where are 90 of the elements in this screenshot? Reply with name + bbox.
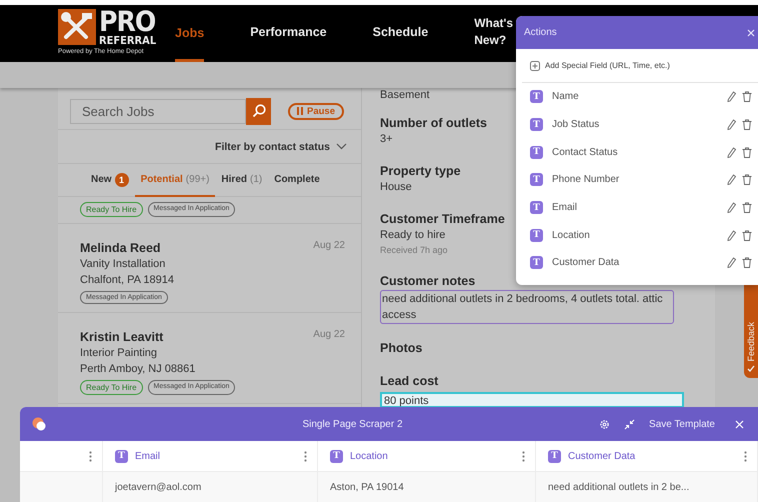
field-row[interactable]: T Location <box>516 221 758 250</box>
column-header[interactable]: Email <box>135 450 160 462</box>
check-icon <box>747 365 755 372</box>
pencil-icon[interactable] <box>727 257 736 268</box>
search-field[interactable]: Search Jobs <box>70 98 246 124</box>
app-logo-icon <box>32 417 46 431</box>
nav-link[interactable]: What's New? <box>474 5 518 62</box>
text-type-icon: T <box>115 450 128 462</box>
panel-title: Actions <box>524 27 557 38</box>
lead-cost-field: 80 points <box>380 392 684 408</box>
field-label: Customer Timeframe <box>380 211 505 228</box>
text-type-icon: T <box>530 146 543 159</box>
trash-icon[interactable] <box>742 119 752 130</box>
nav-link[interactable]: Performance <box>250 5 327 62</box>
text-type-icon: T <box>530 90 543 104</box>
more-icon[interactable] <box>304 450 307 462</box>
pencil-icon[interactable] <box>727 146 736 158</box>
logo-title: PRO <box>99 9 156 35</box>
field-value: Ready to hire <box>380 228 446 243</box>
trash-icon[interactable] <box>742 230 752 241</box>
more-icon[interactable] <box>522 450 525 462</box>
field-row[interactable]: T Phone Number <box>516 166 758 194</box>
ready-tag: Ready To Hire <box>80 380 143 395</box>
more-icon[interactable] <box>89 450 92 462</box>
table-cell: need additional outlets in 2 be... <box>536 472 758 502</box>
text-type-icon: T <box>530 256 543 270</box>
field-row[interactable]: T Customer Data <box>516 249 758 277</box>
status-tab[interactable]: Hired (1) <box>215 164 268 197</box>
field-label: Number of outlets <box>380 115 487 132</box>
pencil-icon[interactable] <box>727 119 736 130</box>
customer-name[interactable]: Kristin Leavitt <box>80 329 164 345</box>
table-cell: joetavern@aol.com <box>103 472 318 502</box>
trash-icon[interactable] <box>742 146 752 158</box>
settings-icon[interactable] <box>599 418 610 430</box>
more-icon[interactable] <box>744 450 747 462</box>
chevron-down-icon <box>336 143 347 150</box>
pencil-icon[interactable] <box>727 202 736 214</box>
table-cell: Aston, PA 19014 <box>318 472 536 502</box>
collapse-icon[interactable] <box>624 418 636 430</box>
received-time: Received 7h ago <box>380 244 448 257</box>
field-row[interactable]: T Name <box>516 83 758 111</box>
trash-icon[interactable] <box>742 202 752 214</box>
job-date: Aug 22 <box>313 240 345 253</box>
ready-tag: Ready To Hire <box>80 202 143 217</box>
field-row[interactable]: T Job Status <box>516 110 758 138</box>
job-service: Interior Painting <box>80 346 158 361</box>
pause-icon <box>297 107 303 115</box>
trash-icon[interactable] <box>742 257 752 268</box>
text-type-icon: T <box>530 173 543 186</box>
count-badge: 1 <box>114 172 129 186</box>
nav-link[interactable]: Schedule <box>372 5 428 62</box>
field-label: Customer notes <box>380 273 476 290</box>
customer-name[interactable]: Melinda Reed <box>80 240 161 256</box>
job-address: Perth Amboy, NJ 08861 <box>80 362 196 377</box>
selected-notes: need additional outlets in 2 bedrooms, 4 outlets total. attic access <box>380 290 674 324</box>
job-date: Aug 22 <box>313 329 345 342</box>
filter-dropdown[interactable]: Filter by contact status <box>215 140 330 152</box>
status-tab[interactable]: New 1 <box>85 164 135 197</box>
text-type-icon: T <box>548 450 561 462</box>
text-type-icon: T <box>530 228 543 242</box>
field-value: House <box>380 180 412 195</box>
field-value: Basement <box>380 88 430 103</box>
pencil-icon[interactable] <box>727 174 736 186</box>
text-type-icon: T <box>330 450 343 462</box>
column-header[interactable]: Location <box>350 450 388 462</box>
field-label: Lead cost <box>380 373 438 390</box>
text-type-icon: T <box>530 118 543 132</box>
plus-icon <box>530 60 540 70</box>
status-tab[interactable]: Complete <box>268 164 326 197</box>
close-icon[interactable] <box>747 28 755 36</box>
job-address: Chalfont, PA 18914 <box>80 273 175 288</box>
search-button[interactable] <box>246 98 271 124</box>
pencil-icon[interactable] <box>727 91 736 102</box>
field-row[interactable]: T Contact Status <box>516 138 758 166</box>
pencil-icon[interactable] <box>727 230 736 241</box>
job-service: Vanity Installation <box>80 257 166 272</box>
search-icon <box>252 104 266 118</box>
logo-subtitle: REFERRAL <box>99 35 156 47</box>
field-value: 3+ <box>380 132 393 147</box>
scraper-title: Single Page Scraper 2 <box>301 418 404 430</box>
add-field-button[interactable]: Add Special Field (URL, Time, etc.) <box>522 49 758 83</box>
trash-icon[interactable] <box>742 91 752 102</box>
text-type-icon: T <box>530 201 543 214</box>
field-row[interactable]: T Email <box>516 194 758 222</box>
trash-icon[interactable] <box>742 174 752 186</box>
field-label: Property type <box>380 163 461 180</box>
field-label: Photos <box>380 340 422 357</box>
save-template-button[interactable]: Save Template <box>649 418 721 430</box>
tools-logo-icon <box>58 9 96 45</box>
column-header[interactable]: Customer Data <box>568 450 636 462</box>
